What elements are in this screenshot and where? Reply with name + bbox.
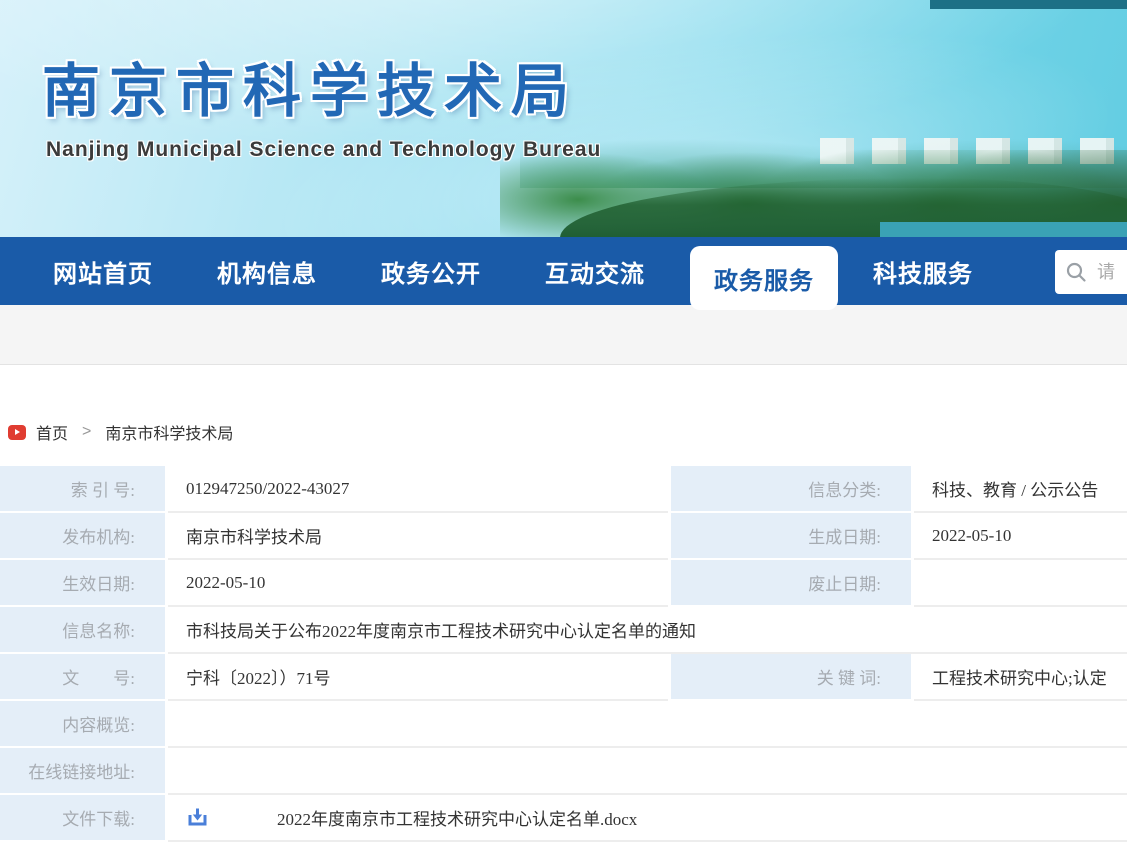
breadcrumb-separator: > [82, 423, 91, 441]
info-category-label: 信息分类: [671, 466, 911, 511]
publisher-label: 发布机构: [0, 513, 165, 558]
download-icon[interactable] [186, 806, 209, 829]
table-row: 文件下载: 2022年度南京市工程技术研究中心认定名单.docx [0, 795, 1127, 840]
effective-date-label: 生效日期: [0, 560, 165, 605]
publisher-value: 南京市科学技术局 [168, 513, 668, 558]
table-row: 内容概览: [0, 701, 1127, 746]
breadcrumb-home-link[interactable]: 首页 [36, 420, 68, 444]
content-overview-value [168, 701, 1127, 746]
download-file-link[interactable]: 2022年度南京市工程技术研究中心认定名单.docx [277, 805, 637, 830]
header-photo-water [880, 222, 1127, 237]
keywords-label: 关 键 词: [671, 654, 911, 699]
search-icon [1065, 261, 1087, 283]
table-row: 在线链接地址: [0, 748, 1127, 793]
info-name-value: 市科技局关于公布2022年度南京市工程技术研究中心认定名单的通知 [168, 607, 1127, 652]
search-box[interactable] [1055, 250, 1127, 294]
index-number-value: 012947250/2022-43027 [168, 466, 668, 511]
breadcrumb-current: 南京市科学技术局 [105, 420, 233, 444]
table-row: 信息名称: 市科技局关于公布2022年度南京市工程技术研究中心认定名单的通知 [0, 607, 1127, 652]
doc-number-value: 宁科〔2022〕）71号 [168, 654, 668, 699]
sub-nav-strip [0, 305, 1127, 365]
create-date-label: 生成日期: [671, 513, 911, 558]
content-overview-label: 内容概览: [0, 701, 165, 746]
table-row: 文 号: 宁科〔2022〕）71号 关 键 词: 工程技术研究中心;认定 [0, 654, 1127, 699]
file-download-label: 文件下载: [0, 795, 165, 840]
nav-item-gov-services-active[interactable]: 政务服务 [690, 246, 838, 310]
info-name-label: 信息名称: [0, 607, 165, 652]
expiry-date-value [914, 560, 1127, 605]
site-subtitle-english: Nanjing Municipal Science and Technology… [46, 138, 601, 162]
site-header: 南京市科学技术局 Nanjing Municipal Science and T… [0, 0, 1127, 237]
table-row: 生效日期: 2022-05-10 废止日期: [0, 560, 1127, 605]
online-link-label: 在线链接地址: [0, 748, 165, 793]
doc-number-label: 文 号: [0, 654, 165, 699]
document-info-table: 索 引 号: 012947250/2022-43027 信息分类: 科技、教育 … [0, 466, 1127, 842]
header-photo-teal-strip [930, 0, 1127, 9]
effective-date-value: 2022-05-10 [168, 560, 668, 605]
breadcrumb: 首页 > 南京市科学技术局 [8, 420, 233, 444]
breadcrumb-marker-icon [8, 425, 26, 440]
index-number-label: 索 引 号: [0, 466, 165, 511]
nav-item-gov-disclosure[interactable]: 政务公开 [376, 254, 486, 289]
nav-item-tech-services[interactable]: 科技服务 [868, 254, 978, 289]
file-download-cell: 2022年度南京市工程技术研究中心认定名单.docx [168, 795, 1127, 840]
keywords-value: 工程技术研究中心;认定 [914, 654, 1127, 699]
online-link-value [168, 748, 1127, 793]
site-title: 南京市科学技术局 [42, 44, 578, 128]
nav-item-org-info[interactable]: 机构信息 [212, 254, 322, 289]
nav-item-home[interactable]: 网站首页 [48, 254, 158, 289]
search-input[interactable] [1097, 262, 1127, 283]
main-nav: 网站首页 机构信息 政务公开 互动交流 政务服务 科技服务 [0, 237, 1127, 305]
info-category-value: 科技、教育 / 公示公告 [914, 466, 1127, 511]
nav-item-interaction[interactable]: 互动交流 [540, 254, 650, 289]
table-row: 索 引 号: 012947250/2022-43027 信息分类: 科技、教育 … [0, 466, 1127, 511]
expiry-date-label: 废止日期: [671, 560, 911, 605]
create-date-value: 2022-05-10 [914, 513, 1127, 558]
table-row: 发布机构: 南京市科学技术局 生成日期: 2022-05-10 [0, 513, 1127, 558]
